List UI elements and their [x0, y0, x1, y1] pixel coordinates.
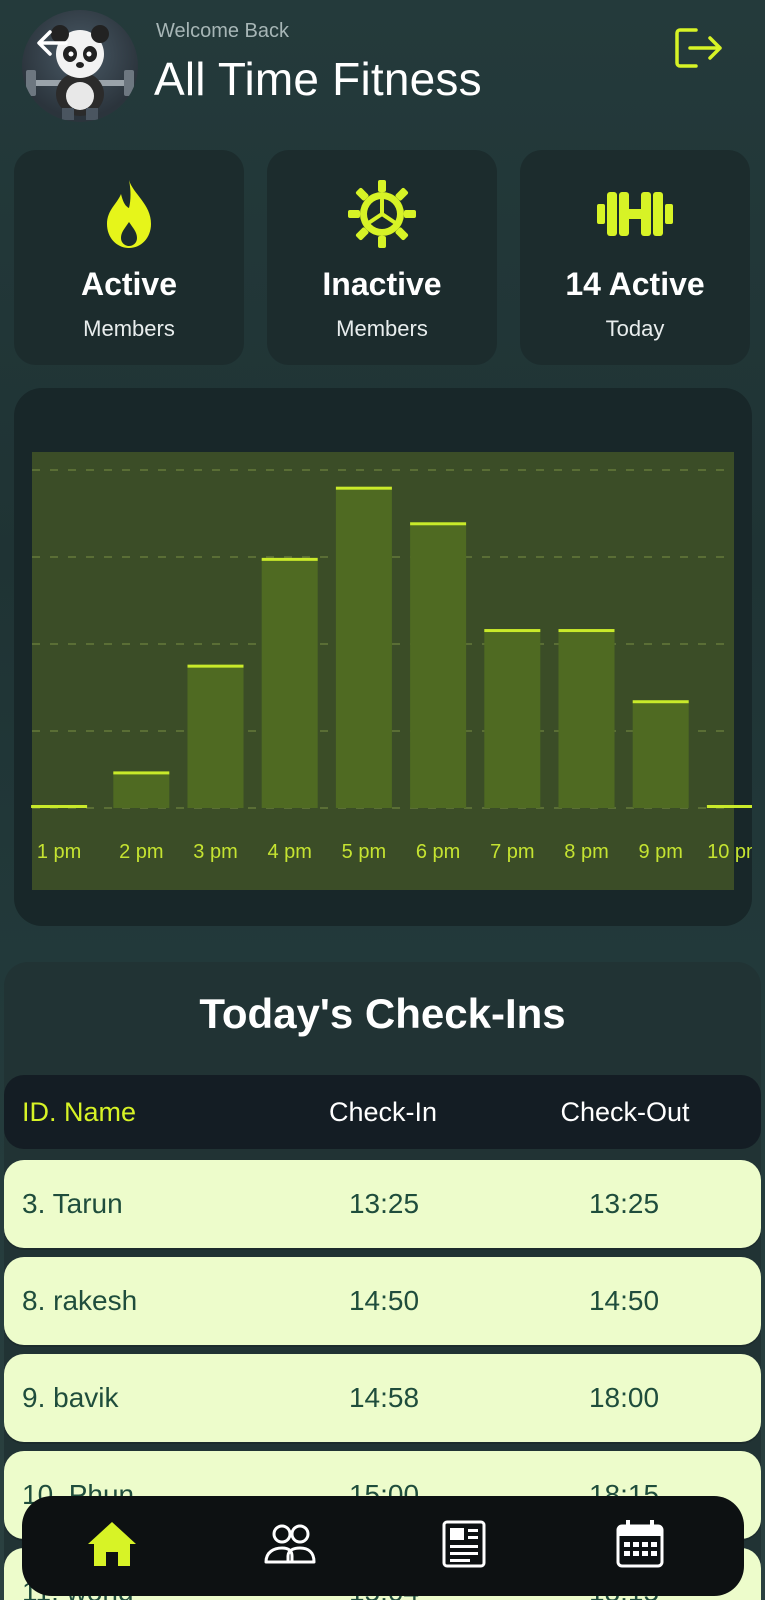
home-icon [88, 1522, 136, 1566]
x-tick-label: 1 pm [37, 841, 81, 863]
stat-sub-label: Members [336, 316, 428, 341]
member-name: 3. Tarun [22, 1188, 123, 1219]
column-header-check-out: Check-Out [560, 1097, 690, 1127]
chart-bar-cap [484, 629, 541, 633]
x-tick-label: 2 pm [119, 841, 163, 863]
chart-bar-cap [113, 771, 170, 775]
check-out-time: 18:00 [588, 1382, 660, 1413]
stat-main-label: 14 Active [565, 266, 705, 302]
chart-bar-cap [261, 557, 318, 561]
chart-bar [410, 523, 467, 808]
table-header: ID. Name Check-In Check-Out [4, 1075, 761, 1149]
chart-bar-cap [558, 629, 615, 633]
logout-button[interactable] [674, 26, 726, 70]
chart-bar-cap [706, 805, 752, 808]
x-tick-label: 5 pm [342, 841, 386, 863]
chart-bar [335, 487, 392, 808]
x-tick-label: 8 pm [564, 841, 608, 863]
check-out-time: 14:50 [588, 1285, 660, 1316]
calendar-icon [616, 1520, 664, 1568]
flame-icon [107, 180, 151, 248]
logout-icon [675, 28, 722, 68]
active-members-card[interactable]: Active Members [14, 150, 244, 365]
users-icon [264, 1524, 316, 1564]
chart-bar-cap [335, 486, 392, 490]
page-title: All Time Fitness [154, 53, 482, 105]
check-in-time: 14:50 [348, 1285, 420, 1316]
x-tick-label: 7 pm [490, 841, 534, 863]
chart-bar-cap [410, 522, 467, 526]
stat-main-label: Active [80, 266, 178, 302]
bar-chart: 1 pm 2 pm 3 pm 4 pm 5 pm 6 pm 7 pm 8 pm 9 pm 10 p… [31, 452, 752, 890]
chart-bar [632, 701, 689, 808]
x-tick-label: 9 pm [638, 841, 682, 863]
gym-logo-avatar [22, 10, 138, 122]
nav-calendar-button[interactable] [612, 1518, 668, 1570]
check-out-time: 13:25 [588, 1188, 660, 1219]
table-row[interactable]: 8. rakesh 14:50 14:50 [4, 1257, 761, 1345]
chart-bar [484, 630, 541, 808]
welcome-text: Welcome Back [156, 20, 290, 42]
back-button[interactable] [34, 28, 70, 58]
hourly-checkins-chart: 1 pm 2 pm 3 pm 4 pm 5 pm 6 pm 7 pm 8 pm 9 pm 10 p… [14, 388, 752, 926]
chart-bar-cap [632, 700, 689, 704]
stat-sub-label: Members [83, 316, 175, 341]
checkins-title: Today's Check-Ins [199, 990, 566, 1037]
member-name: 9. bavik [22, 1382, 119, 1413]
chart-bar [113, 772, 170, 808]
stat-sub-label: Today [605, 316, 665, 341]
table-row[interactable]: 9. bavik 14:58 18:00 [4, 1354, 761, 1442]
x-tick-label: 4 pm [267, 841, 311, 863]
dashboard-screen: Welcome Back All Time Fitness Active Mem… [0, 0, 765, 1600]
x-tick-label: 6 pm [416, 841, 460, 863]
table-row[interactable]: 3. Tarun 13:25 13:25 [4, 1160, 761, 1248]
chart-bar [187, 665, 244, 808]
chart-bar [261, 558, 318, 808]
inactive-members-card[interactable]: Inactive Members [267, 150, 497, 365]
arrow-left-icon [37, 30, 68, 56]
chart-bar-cap [187, 664, 244, 668]
check-in-time: 14:58 [348, 1382, 420, 1413]
chart-bar [558, 630, 615, 808]
nav-home-button[interactable] [84, 1518, 140, 1570]
member-name: 8. rakesh [22, 1285, 138, 1316]
bottom-nav [22, 1496, 744, 1596]
x-tick-label: 10 pm [707, 841, 752, 863]
chart-bar-cap [31, 805, 88, 808]
nav-members-button[interactable] [262, 1518, 318, 1570]
check-in-time: 13:25 [348, 1188, 420, 1219]
dumbbell-icon [597, 192, 673, 236]
gear-icon [348, 180, 416, 248]
active-today-card[interactable]: 14 Active Today [520, 150, 750, 365]
nav-news-button[interactable] [436, 1518, 492, 1570]
stat-main-label: Inactive [322, 266, 442, 302]
x-tick-label: 3 pm [193, 841, 237, 863]
news-icon [442, 1520, 486, 1568]
